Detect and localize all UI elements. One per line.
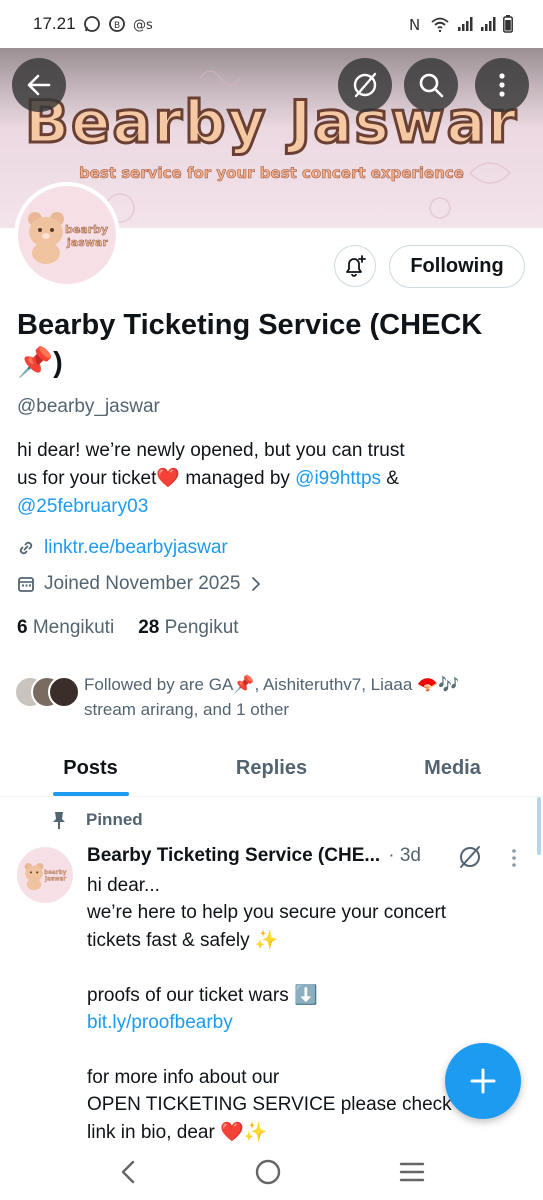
more-vertical-icon [499,73,505,97]
website-link[interactable]: linktr.ee/bearbyjaswar [44,537,228,559]
chevron-right-icon [252,577,261,591]
follower-avatars [14,672,80,710]
banner-title: Bearby Jaswar [23,87,519,158]
search-icon [419,73,444,98]
tab-media[interactable]: Media [362,740,543,796]
svg-text:B: B [114,21,120,31]
bio-line-2: us for your ticket❤️ managed by @i99http… [17,465,527,493]
pinned-label: Pinned [86,810,143,829]
compose-button[interactable] [445,1043,521,1119]
post-avatar[interactable]: bearby jaswar [17,847,73,903]
link-icon [19,541,33,555]
post-line: link in bio, dear ❤️✨ [87,1121,268,1143]
following-button[interactable]: Following [389,245,525,288]
tab-replies[interactable]: Replies [181,740,362,796]
profile-avatar[interactable]: bearby jaswar [14,182,120,288]
post-link[interactable]: bit.ly/proofbearby [87,1009,517,1036]
back-button[interactable] [12,58,66,112]
wifi-icon [431,17,449,33]
plus-icon [470,1068,496,1094]
grok-button[interactable] [338,58,392,112]
mention-link[interactable]: @i99https [295,468,381,489]
profile-tabs: Posts Replies Media [0,740,543,797]
post-line: tickets fast & safely ✨ [87,929,279,951]
recents-icon[interactable] [399,1161,425,1183]
post-line: we’re here to help you secure your conce… [87,902,447,924]
tab-posts[interactable]: Posts [0,740,181,796]
post-header: Bearby Ticketing Service (CHE... · 3d [87,845,421,867]
whatsapp-icon [83,16,100,32]
home-icon[interactable] [254,1158,282,1186]
followed-by[interactable]: Followed by are GA📌, Aishiteruthv7, Liaa… [14,672,504,722]
status-bar: 17.21 B @s N [0,0,543,48]
more-vertical-icon[interactable] [511,848,517,868]
bear-logo-icon: bearby jaswar [28,212,109,264]
bio-text: us for your ticket❤️ managed by [17,468,296,489]
post-author[interactable]: Bearby Ticketing Service (CHE... [87,845,380,867]
status-right: N [409,15,513,33]
bio-line-1: hi dear! we’re newly opened, but you can… [17,440,405,461]
svg-text:jaswar: jaswar [44,877,66,883]
svg-text:N: N [409,16,420,33]
back-icon[interactable] [118,1159,138,1185]
svg-text:@s: @s [133,18,153,33]
active-tab-indicator [52,792,129,796]
at-icon: @s [133,18,153,33]
search-button[interactable] [404,58,458,112]
signal-icon [481,17,496,31]
following-count-link[interactable]: 6 Mengikuti [17,617,114,639]
calendar-icon [18,577,34,592]
mention-link[interactable]: @25february03 [17,496,148,517]
followed-by-text: Followed by are GA📌, Aishiteruthv7, Liaa… [84,675,460,719]
back-arrow-icon [27,74,51,96]
bell-plus-icon [346,255,366,277]
notifications-button[interactable] [334,245,376,287]
profile-bio: hi dear! we’re newly opened, but you can… [17,437,527,521]
pinned-indicator: Pinned [50,810,143,830]
whatsapp-business-icon: B [108,16,125,32]
scrollbar[interactable] [537,797,541,855]
bear-logo-icon: bearby jaswar [24,863,67,891]
system-nav-bar [0,1143,543,1200]
followers-count-link[interactable]: 28 Pengikut [138,617,238,639]
post-time[interactable]: · 3d [388,845,421,867]
follow-counts: 6 Mengikuti 28 Pengikut [17,617,239,639]
post-line [87,954,517,981]
banner-subtitle: best service for your best concert exper… [79,164,465,183]
nfc-icon: N [409,16,420,33]
joined-row[interactable]: Joined November 2025 [17,573,263,595]
post-line: proofs of our ticket wars ⬇️ [87,984,318,1006]
display-name: Bearby Ticketing Service (CHECK 📌) [17,309,483,379]
website-row: linktr.ee/bearbyjaswar [17,537,228,559]
status-time: 17.21 [33,14,76,33]
status-left: 17.21 B @s [33,14,153,34]
grok-icon [353,72,377,98]
profile-handle: @bearby_jaswar [17,396,160,417]
svg-text:bearby: bearby [44,870,67,876]
grok-icon[interactable] [457,844,483,870]
svg-text:jaswar: jaswar [66,236,108,249]
signal-icon [458,17,473,31]
pin-icon [53,812,65,829]
joined-date: Joined November 2025 [44,573,241,594]
svg-text:bearby: bearby [65,223,108,236]
post-line: hi dear... [87,875,160,896]
avatar [48,676,80,708]
bio-text: & [381,468,399,489]
more-button[interactable] [475,58,529,112]
battery-icon [503,15,513,33]
